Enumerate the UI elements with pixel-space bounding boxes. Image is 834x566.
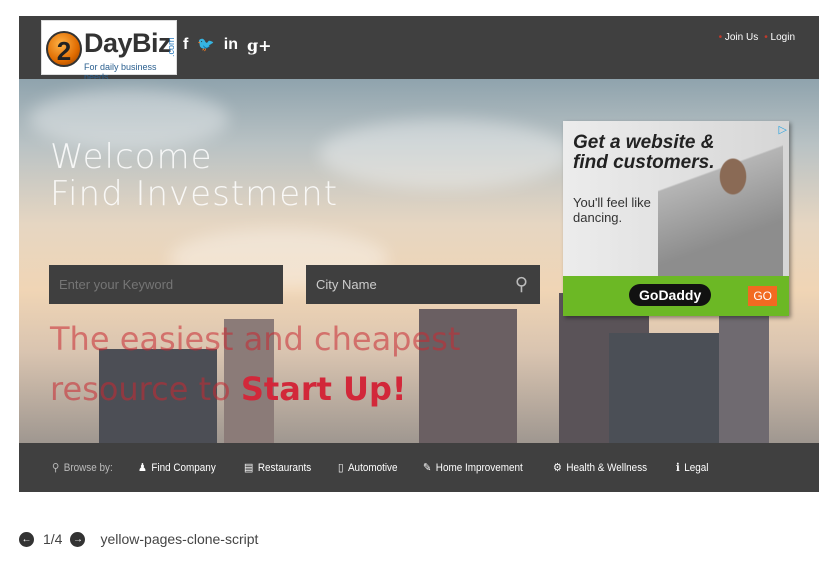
logo-name: DayBiz <box>84 28 172 58</box>
login-link[interactable]: Login <box>771 32 795 43</box>
gear-icon: ⚙ <box>552 462 562 474</box>
list-icon: ▤ <box>243 462 254 474</box>
nav-find-company[interactable]: ♟ Find Company <box>138 461 216 475</box>
nav-automotive[interactable]: ▯ Automotive <box>337 461 397 475</box>
tagline: The easiest and cheapest resource to Sta… <box>50 320 461 408</box>
ad-bar: GoDaddy GO <box>563 276 789 316</box>
nav-legal[interactable]: ℹ Legal <box>676 461 708 475</box>
prev-arrow-icon[interactable]: ← <box>19 531 34 547</box>
facebook-icon[interactable]: f <box>183 36 188 55</box>
nav-home-improvement[interactable]: ✎ Home Improvement <box>422 461 523 475</box>
google-plus-icon[interactable]: g+ <box>247 36 272 55</box>
logo-badge: 2 <box>46 31 82 67</box>
ad-subline: You'll feel like dancing. <box>573 195 651 225</box>
header: 2 DayBiz .com For daily business needs f… <box>19 16 819 82</box>
welcome-heading: Welcome Find Investment <box>50 137 339 214</box>
nav-health-wellness[interactable]: ⚙ Health & Wellness <box>552 461 647 475</box>
pager: ← 1/4 → yellow-pages-clone-script <box>19 531 258 547</box>
godaddy-ad[interactable]: Get a website & find customers. You'll f… <box>563 121 789 316</box>
browse-nav: ⚲ Browse by: ♟ Find Company ▤ Restaurants ▯… <box>19 443 819 492</box>
search-icon: ⚲ <box>52 462 60 474</box>
edit-icon: ✎ <box>422 462 432 474</box>
hero-banner: WelcomeFind Investment City Name ⚲ The e… <box>19 79 819 443</box>
browse-label: Browse by: <box>63 461 113 474</box>
city-input[interactable]: City Name ⚲ <box>306 265 540 304</box>
social-links: f 🐦 in g+ <box>183 36 272 55</box>
image-caption: yellow-pages-clone-script <box>100 531 259 547</box>
ad-headline: Get a website & find customers. <box>573 132 715 173</box>
user-icon: ♟ <box>138 462 148 474</box>
site-frame: 2 DayBiz .com For daily business needs f… <box>19 16 819 492</box>
logo[interactable]: 2 DayBiz .com For daily business needs <box>41 20 177 82</box>
search-icon[interactable]: ⚲ <box>515 265 528 304</box>
page-indicator: 1/4 <box>43 531 63 547</box>
mobile-icon: ▯ <box>337 462 344 474</box>
info-icon: ℹ <box>676 462 680 474</box>
twitter-icon[interactable]: 🐦 <box>197 36 214 55</box>
linkedin-icon[interactable]: in <box>224 36 238 55</box>
next-arrow-icon[interactable]: → <box>70 531 86 547</box>
keyword-input[interactable] <box>49 265 283 304</box>
top-links: • Join Us • Login <box>718 32 795 43</box>
godaddy-logo: GoDaddy <box>629 284 712 306</box>
nav-restaurants[interactable]: ▤ Restaurants <box>243 461 311 475</box>
join-us-link[interactable]: Join Us <box>725 32 758 43</box>
logo-tld: .com <box>166 37 176 57</box>
ad-go-button[interactable]: GO <box>748 286 777 306</box>
adchoices-icon[interactable]: ▷ <box>779 123 787 136</box>
